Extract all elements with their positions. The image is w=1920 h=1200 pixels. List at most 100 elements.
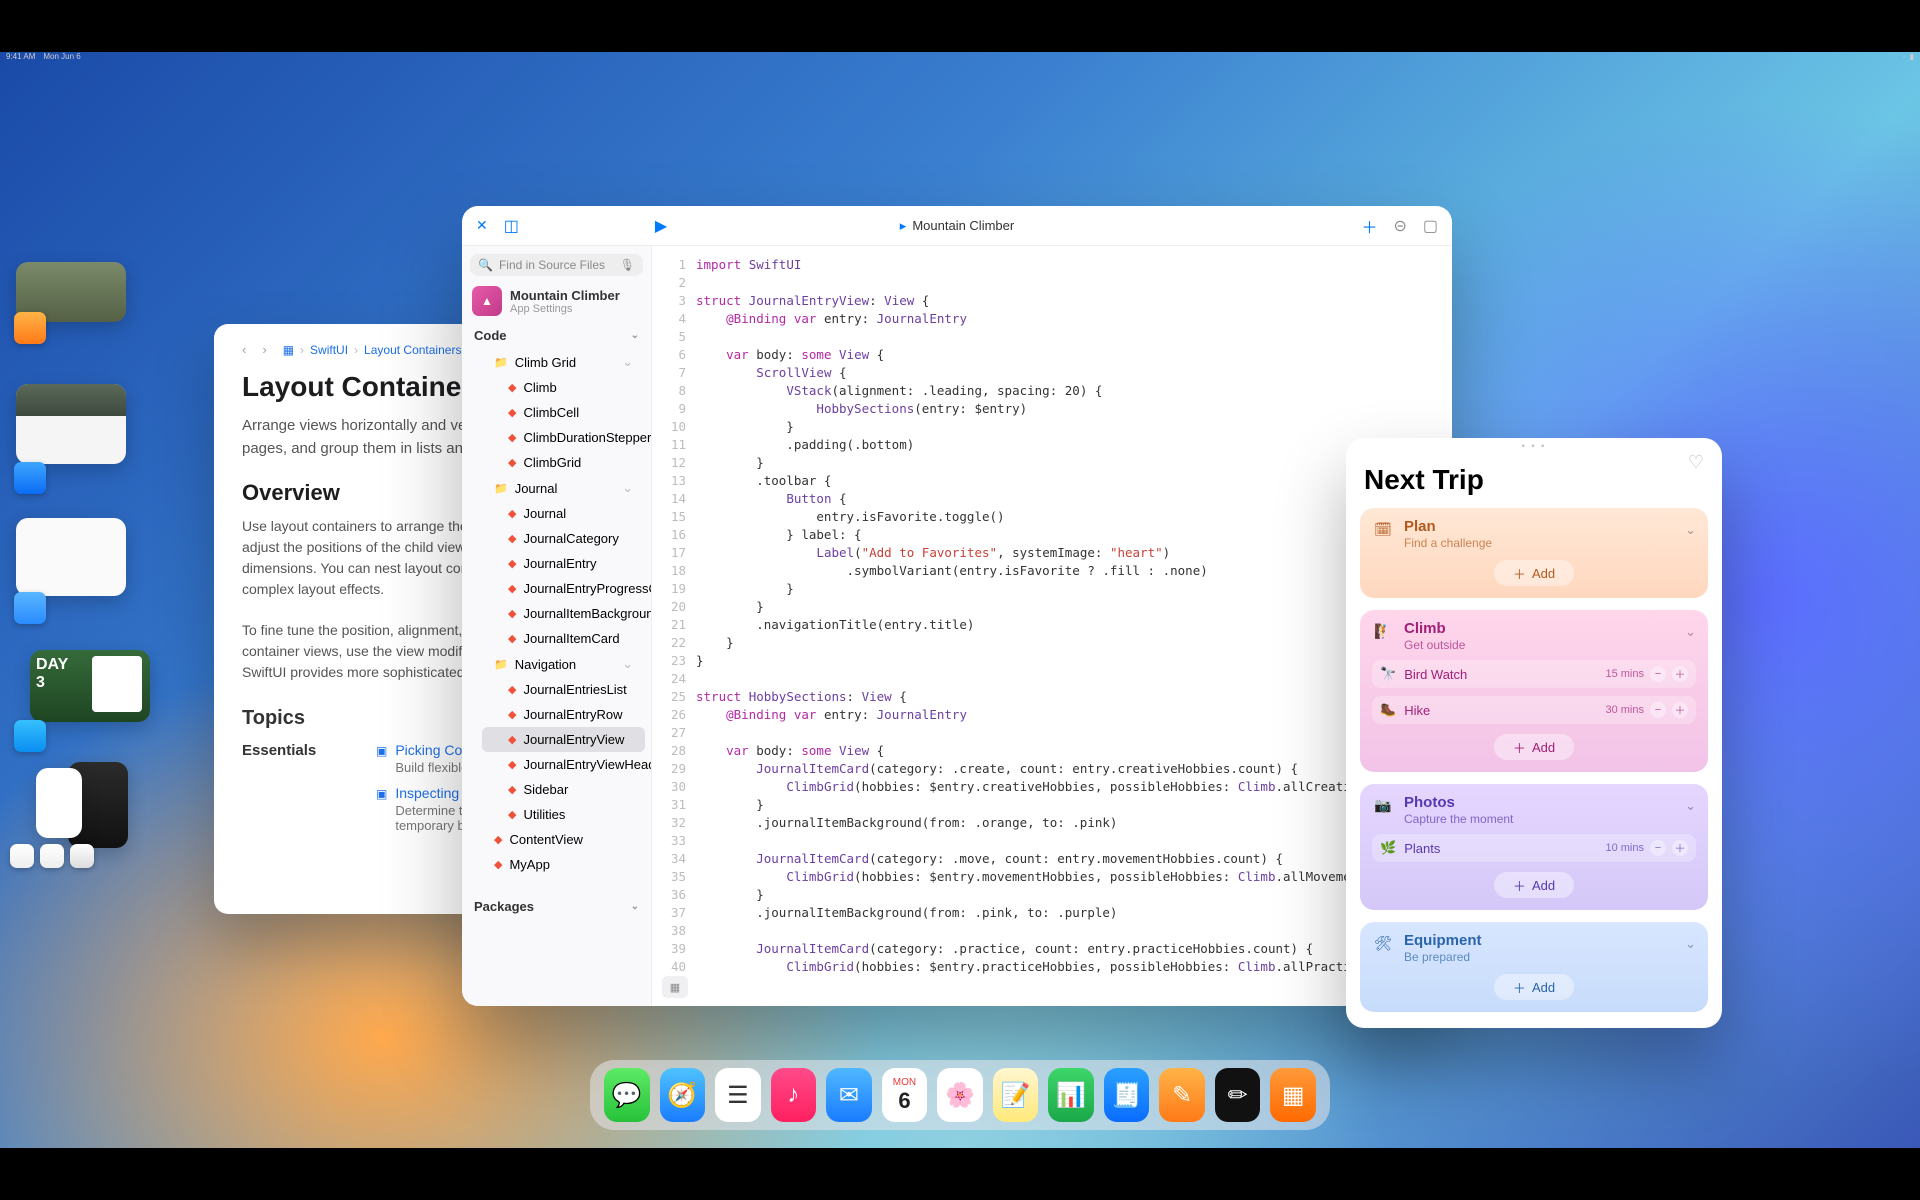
file-sidebar[interactable]: ◆Sidebar <box>482 777 645 802</box>
chevron-down-icon[interactable]: ⌄ <box>1685 936 1696 952</box>
file-journalentrieslist[interactable]: ◆JournalEntriesList <box>482 677 645 702</box>
dock-notes[interactable]: 📝 <box>993 1068 1039 1122</box>
dock-keynote[interactable]: 🧾 <box>1104 1068 1150 1122</box>
stage-thumb-4[interactable]: DAY3 <box>30 650 150 722</box>
plus-icon: ＋ <box>1513 738 1526 757</box>
file-contentview[interactable]: ◆ContentView <box>468 827 645 852</box>
minus-button[interactable]: − <box>1650 666 1666 682</box>
minus-button[interactable]: − <box>1650 702 1666 718</box>
plus-button[interactable]: ＋ <box>1672 702 1688 718</box>
activity-row[interactable]: 🌿Plants 10 mins−＋ <box>1372 834 1696 862</box>
plus-button[interactable]: ＋ <box>1672 840 1688 856</box>
add-button[interactable]: ＋Add <box>1494 560 1574 586</box>
dock-mail[interactable]: ✉ <box>826 1068 872 1122</box>
file-journalentryprogresscircle[interactable]: ◆JournalEntryProgressCircle <box>482 576 645 601</box>
add-button[interactable]: ＋ <box>1361 214 1377 238</box>
panel-title: Next Trip <box>1364 464 1704 496</box>
crumb-layout-containers[interactable]: Layout Containers <box>364 343 461 357</box>
minus-button[interactable]: − <box>1650 840 1666 856</box>
dock-safari[interactable]: 🧭 <box>660 1068 706 1122</box>
plus-icon: ＋ <box>1513 876 1526 895</box>
file-journalentryview[interactable]: ◆JournalEntryView <box>482 727 645 752</box>
file-journalitemcard[interactable]: ◆JournalItemCard <box>482 626 645 651</box>
binoculars-icon: 🔭 <box>1380 666 1396 682</box>
search-input[interactable]: 🔍 Find in Source Files 🎙 <box>470 254 643 276</box>
file-climb[interactable]: ◆Climb <box>482 375 645 400</box>
mic-icon[interactable]: 🎙 <box>620 258 635 272</box>
card-climb[interactable]: 🧗 Climb Get outside ⌄ 🔭Bird Watch 15 min… <box>1360 610 1708 772</box>
playgrounds-window[interactable]: • • • ✕ ◫ ▶ ▸ Mountain Climber ＋ ⊝ ▢ 🔍 F… <box>462 206 1452 1006</box>
keynote-icon[interactable] <box>14 720 46 752</box>
dock[interactable]: 💬 🧭 ☰ ♪ ✉ MON6 🌸 📝 📊 🧾 ✎ ✏ ▦ <box>590 1060 1330 1130</box>
file-climbcell[interactable]: ◆ClimbCell <box>482 400 645 425</box>
dock-messages[interactable]: 💬 <box>604 1068 650 1122</box>
file-journalitembackground[interactable]: ◆JournalItemBackground <box>482 601 645 626</box>
crumb-swiftui[interactable]: SwiftUI <box>310 343 348 357</box>
file-journalentryviewheader[interactable]: ◆JournalEntryViewHeader <box>482 752 645 777</box>
file-journalentry[interactable]: ◆JournalEntry <box>482 551 645 576</box>
chevron-down-icon: ⌄ <box>622 354 633 370</box>
swift-file-icon: ◆ <box>508 733 516 746</box>
trail-icon: 🥾 <box>1380 702 1396 718</box>
section-packages[interactable]: Packages⌄ <box>462 893 651 920</box>
dock-pages[interactable]: ✎ <box>1159 1068 1205 1122</box>
next-trip-panel[interactable]: • • • ♡ Next Trip 🗓 Plan Find a challeng… <box>1346 438 1722 1028</box>
folder-climb-grid[interactable]: 📁 Climb Grid ⌄ <box>468 349 645 375</box>
mail-icon[interactable] <box>14 592 46 624</box>
plus-icon: ＋ <box>1513 978 1526 997</box>
plus-button[interactable]: ＋ <box>1672 666 1688 682</box>
add-button[interactable]: ＋Add <box>1494 974 1574 1000</box>
stage-thumb-2[interactable] <box>16 384 126 464</box>
stage-thumb-5b[interactable] <box>36 768 82 838</box>
file-climbdurationstepper[interactable]: ◆ClimbDurationStepper <box>482 425 645 450</box>
library-button[interactable]: ▢ <box>1423 216 1438 236</box>
file-utilities[interactable]: ◆Utilities <box>482 802 645 827</box>
menubar-date: Mon Jun 6 <box>43 52 80 61</box>
dock-calendar[interactable]: MON6 <box>882 1068 928 1122</box>
dock-playgrounds[interactable]: ▦ <box>1270 1068 1316 1122</box>
card-plan[interactable]: 🗓 Plan Find a challenge ⌄ ＋Add <box>1360 508 1708 598</box>
folder-navigation[interactable]: 📁 Navigation ⌄ <box>468 651 645 677</box>
file-journalcategory[interactable]: ◆JournalCategory <box>482 526 645 551</box>
section-code[interactable]: Code⌄ <box>462 322 651 349</box>
file-journal[interactable]: ◆Journal <box>482 501 645 526</box>
dock-reminders[interactable]: ☰ <box>715 1068 761 1122</box>
run-button[interactable]: ▶ <box>655 216 667 236</box>
file-climbgrid[interactable]: ◆ClimbGrid <box>482 450 645 475</box>
sidebar-toggle-icon[interactable]: ◫ <box>504 216 519 236</box>
activity-row[interactable]: 🥾Hike 30 mins−＋ <box>1372 696 1696 724</box>
dock-procreate[interactable]: ✏ <box>1215 1068 1261 1122</box>
project-header[interactable]: ▲ Mountain Climber App Settings <box>472 286 641 316</box>
dock-music[interactable]: ♪ <box>771 1068 817 1122</box>
swift-file-icon: ◆ <box>508 582 516 595</box>
console-toggle[interactable]: ▦ <box>662 976 688 998</box>
forward-button[interactable]: › <box>262 342 266 357</box>
safari-icon[interactable] <box>14 462 46 494</box>
pages-icon[interactable] <box>14 312 46 344</box>
dock-numbers[interactable]: 📊 <box>1048 1068 1094 1122</box>
chevron-down-icon[interactable]: ⌄ <box>1685 522 1696 538</box>
chevron-down-icon[interactable]: ⌄ <box>1685 798 1696 814</box>
notes-icon-mini[interactable] <box>70 844 94 868</box>
file-journalentryrow[interactable]: ◆JournalEntryRow <box>482 702 645 727</box>
swift-file-icon: ◆ <box>508 456 516 469</box>
files-icon[interactable] <box>10 844 34 868</box>
chevron-down-icon[interactable]: ⌄ <box>1685 624 1696 640</box>
code-editor[interactable]: 1234567891011121314151617181920212223242… <box>652 246 1452 1006</box>
dock-photos[interactable]: 🌸 <box>937 1068 983 1122</box>
project-navigator[interactable]: 🔍 Find in Source Files 🎙 ▲ Mountain Clim… <box>462 246 652 1006</box>
books-icon[interactable] <box>40 844 64 868</box>
stage-thumb-3[interactable] <box>16 518 126 596</box>
folder-journal[interactable]: 📁 Journal ⌄ <box>468 475 645 501</box>
window-grabber[interactable]: • • • <box>1522 441 1546 451</box>
card-photos[interactable]: 📷 Photos Capture the moment ⌄ 🌿Plants 10… <box>1360 784 1708 910</box>
back-button[interactable]: ‹ <box>242 342 246 357</box>
activity-row[interactable]: 🔭Bird Watch 15 mins−＋ <box>1372 660 1696 688</box>
card-equipment[interactable]: 🛠 Equipment Be prepared ⌄ ＋Add <box>1360 922 1708 1012</box>
file-myapp[interactable]: ◆MyApp <box>468 852 645 877</box>
favorite-button[interactable]: ♡ <box>1688 452 1704 473</box>
close-button[interactable]: ✕ <box>476 217 488 234</box>
minimize-button[interactable]: ⊝ <box>1393 216 1406 236</box>
add-button[interactable]: ＋Add <box>1494 734 1574 760</box>
add-button[interactable]: ＋Add <box>1494 872 1574 898</box>
